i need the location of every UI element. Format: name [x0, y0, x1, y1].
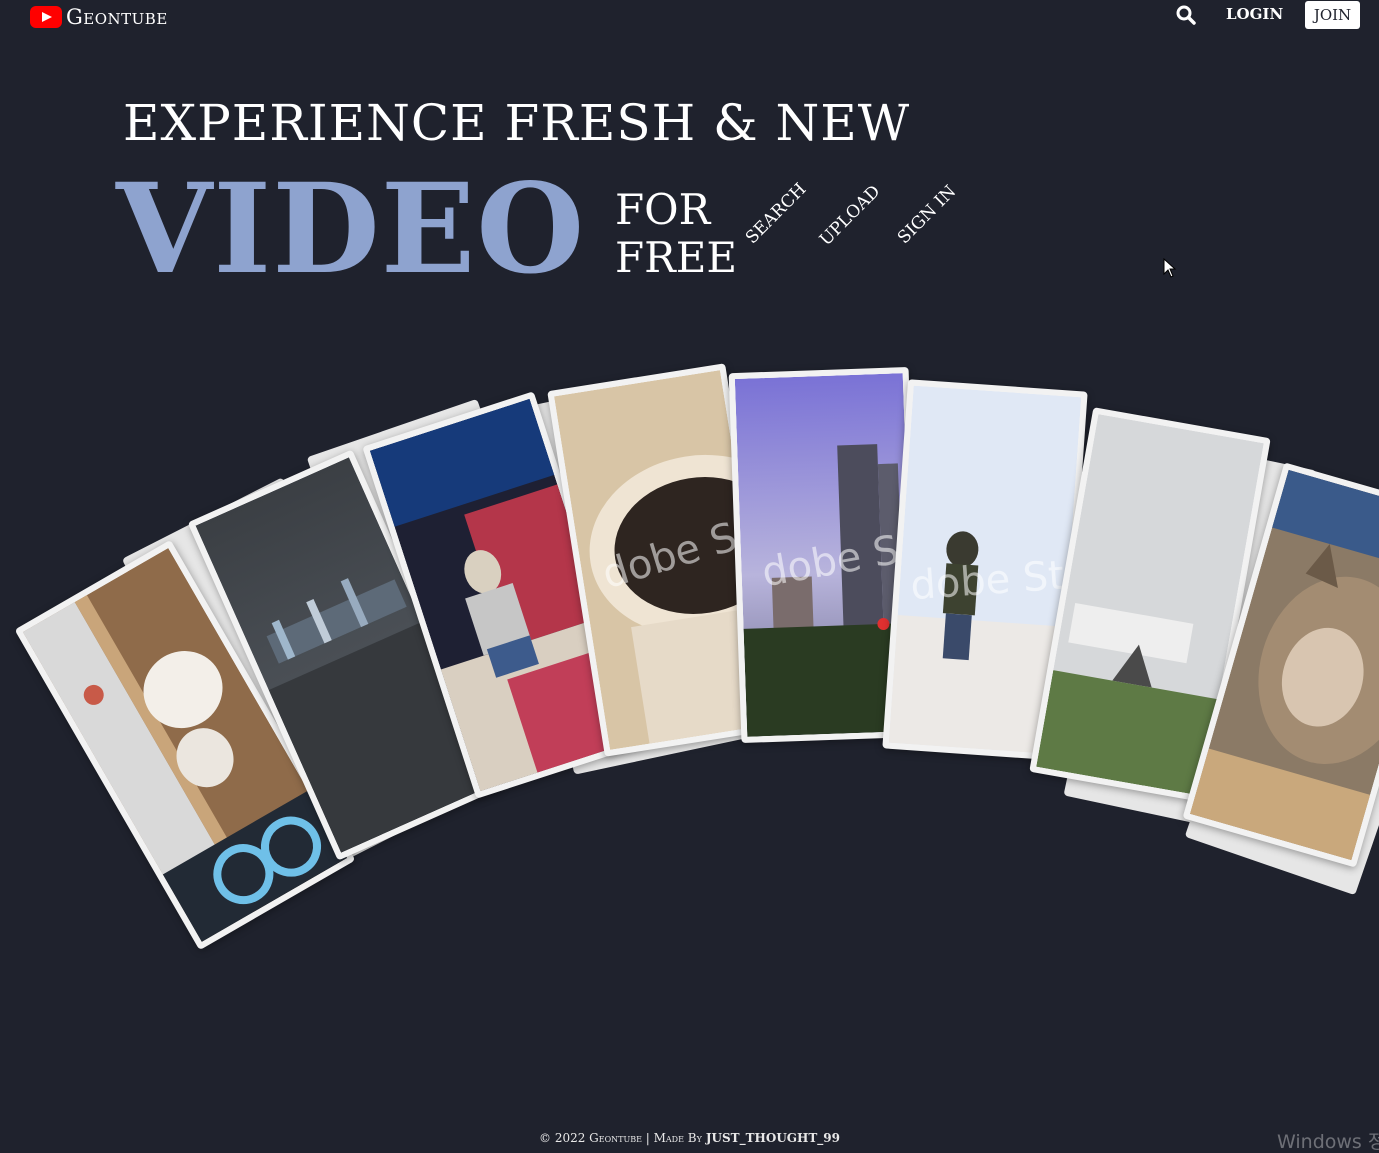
site-logo[interactable]: Geontube	[30, 3, 168, 31]
brand-name: Geontube	[66, 5, 168, 29]
page: Geontube LOGIN JOIN EXPERIENCE FRESH & N…	[0, 0, 1379, 1153]
search-icon[interactable]	[1175, 4, 1197, 26]
mouse-cursor-icon	[1163, 258, 1177, 278]
hero-free: FREE	[615, 233, 738, 282]
footer-author[interactable]: JUST_THOUGHT_99	[706, 1131, 840, 1145]
hero-for-free: FOR FREE	[615, 186, 737, 282]
hero-headline: VIDEO	[116, 157, 586, 302]
footer-copyright: © 2022 Geontube | Made By	[539, 1131, 702, 1145]
hero-upload-link[interactable]: UPLOAD	[816, 181, 885, 250]
hero-tagline: EXPERIENCE FRESH & NEW	[123, 94, 911, 152]
youtube-play-icon	[30, 6, 62, 28]
footer: © 2022 Geontube | Made By JUST_THOUGHT_99	[0, 1131, 1379, 1145]
hero-signin-link[interactable]: SIGN IN	[894, 182, 960, 248]
hero-for: FOR	[615, 185, 711, 234]
windows-activation-watermark: Windows 정	[1277, 1131, 1379, 1153]
join-button[interactable]: JOIN	[1305, 1, 1360, 29]
hero-search-link[interactable]: SEARCH	[742, 179, 811, 248]
login-link[interactable]: LOGIN	[1226, 5, 1283, 23]
